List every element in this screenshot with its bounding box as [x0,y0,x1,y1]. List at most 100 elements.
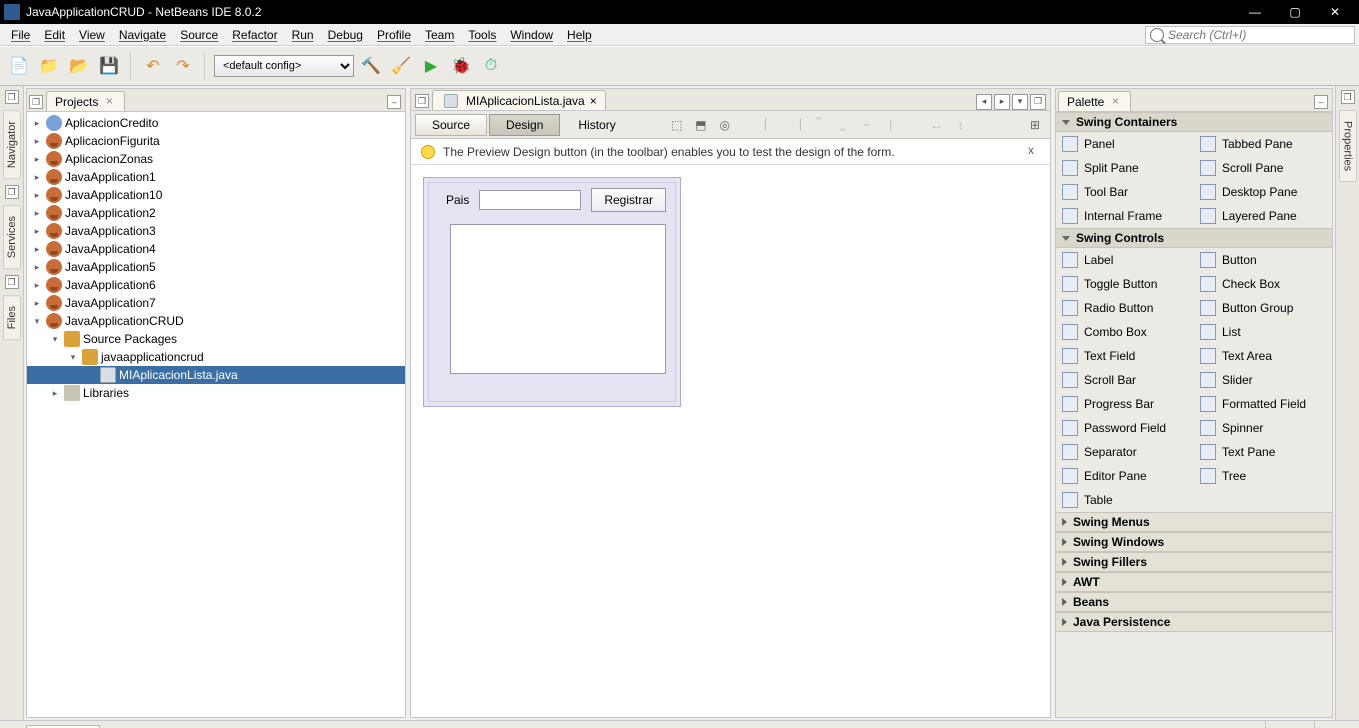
palette-item[interactable]: Text Area [1194,344,1332,368]
menu-debug[interactable]: Debug [321,26,370,44]
form-input-pais[interactable] [479,190,581,210]
palette-item[interactable]: Slider [1194,368,1332,392]
palette-item[interactable]: Desktop Pane [1194,180,1332,204]
restore-group-button[interactable]: ❐ [1341,90,1355,104]
palette-item[interactable]: Spinner [1194,416,1332,440]
preview-design-button[interactable]: ◎ [714,114,736,136]
align-top-button[interactable]: ⎴ [808,114,830,136]
maximize-editor-button[interactable]: ❐ [1030,94,1046,110]
build-button[interactable]: 🔨 [358,53,384,79]
align-right-button[interactable]: ⎹ [784,114,806,136]
redo-button[interactable]: ↷ [170,53,196,79]
palette-category-menus[interactable]: Swing Menus [1056,512,1332,532]
save-all-button[interactable]: 💾 [96,53,122,79]
editor-tab[interactable]: MIAplicacionLista.java × [432,90,606,110]
output-button[interactable]: ▤ Output [26,725,100,728]
toolbar-overflow-button[interactable]: ⊞ [1024,114,1046,136]
palette-item[interactable]: Split Pane [1056,156,1194,180]
palette-item[interactable]: Tool Bar [1056,180,1194,204]
restore-group-button[interactable]: ❐ [5,275,19,289]
dock-button[interactable]: ❐ [29,95,43,109]
sidebar-tab-services[interactable]: Services [3,205,21,269]
menu-edit[interactable]: Edit [37,26,72,44]
scroll-left-button[interactable]: ◂ [976,94,992,110]
close-icon[interactable]: × [1108,95,1122,109]
align-left-button[interactable]: ⎸ [760,114,782,136]
resize-h-button[interactable]: ↔ [926,114,948,136]
palette-item[interactable]: Toggle Button [1056,272,1194,296]
palette-item[interactable]: Progress Bar [1056,392,1194,416]
run-config-select[interactable]: <default config> [214,55,354,77]
palette-item[interactable]: Button [1194,248,1332,272]
palette-category-beans[interactable]: Beans [1056,592,1332,612]
palette-item[interactable]: Scroll Pane [1194,156,1332,180]
form-designer-canvas[interactable]: Pais Registrar [411,165,1050,717]
palette-item[interactable]: Formatted Field [1194,392,1332,416]
palette-category-fillers[interactable]: Swing Fillers [1056,552,1332,572]
sidebar-tab-properties[interactable]: Properties [1339,110,1357,182]
palette-item[interactable]: Check Box [1194,272,1332,296]
palette-category-awt[interactable]: AWT [1056,572,1332,592]
view-history-button[interactable]: History [562,114,631,136]
palette-item[interactable]: Internal Frame [1056,204,1194,228]
palette-item[interactable]: List [1194,320,1332,344]
palette-category-jpa[interactable]: Java Persistence [1056,612,1332,632]
palette-item[interactable]: Text Field [1056,344,1194,368]
palette-item[interactable]: Layered Pane [1194,204,1332,228]
new-project-button[interactable]: 📁 [36,53,62,79]
dock-button[interactable]: ❐ [415,94,429,108]
palette-item[interactable]: Tree [1194,464,1332,488]
palette-item[interactable]: Radio Button [1056,296,1194,320]
palette-item[interactable]: Label [1056,248,1194,272]
palette-item[interactable]: Editor Pane [1056,464,1194,488]
palette-item[interactable]: Separator [1056,440,1194,464]
form-frame[interactable]: Pais Registrar [423,177,681,407]
menu-refactor[interactable]: Refactor [225,26,284,44]
palette-category-controls[interactable]: Swing Controls [1056,228,1332,248]
palette-item[interactable]: Button Group [1194,296,1332,320]
menu-source[interactable]: Source [173,26,225,44]
palette-item[interactable]: Password Field [1056,416,1194,440]
menu-file[interactable]: File [4,26,37,44]
new-file-button[interactable]: 📄 [6,53,32,79]
maximize-button[interactable]: ▢ [1275,0,1315,24]
show-opened-button[interactable]: ▾ [1012,94,1028,110]
scroll-right-button[interactable]: ▸ [994,94,1010,110]
menu-view[interactable]: View [72,26,112,44]
profile-button[interactable]: ⏱ [478,53,504,79]
menu-help[interactable]: Help [560,26,599,44]
undo-button[interactable]: ↶ [140,53,166,79]
menu-team[interactable]: Team [418,26,461,44]
open-project-button[interactable]: 📂 [66,53,92,79]
palette-item[interactable]: Table [1056,488,1194,512]
minimize-panel-button[interactable]: – [1314,95,1328,109]
close-button[interactable]: ✕ [1315,0,1355,24]
minimize-panel-button[interactable]: – [387,95,401,109]
restore-group-button[interactable]: ❐ [5,90,19,104]
close-icon[interactable]: × [102,95,116,109]
menu-navigate[interactable]: Navigate [112,26,173,44]
align-bottom-button[interactable]: ⎵ [832,114,854,136]
form-button-registrar[interactable]: Registrar [591,188,666,212]
selection-mode-button[interactable]: ⬚ [666,114,688,136]
resize-v-button[interactable]: ↕ [950,114,972,136]
palette-item[interactable]: Combo Box [1056,320,1194,344]
tree-row-selected[interactable]: MIAplicacionLista.java [27,366,405,384]
close-hint-button[interactable]: x [1022,143,1040,161]
search-input[interactable] [1168,28,1350,42]
run-button[interactable]: ▶ [418,53,444,79]
restore-group-button[interactable]: ❐ [5,185,19,199]
debug-button[interactable]: 🐞 [448,53,474,79]
palette-category-containers[interactable]: Swing Containers [1056,112,1332,132]
sidebar-tab-navigator[interactable]: Navigator [3,110,21,179]
close-icon[interactable]: × [590,94,597,108]
center-v-button[interactable]: | [880,114,902,136]
center-h-button[interactable]: ⎯ [856,114,878,136]
palette-item[interactable]: Scroll Bar [1056,368,1194,392]
sidebar-tab-files[interactable]: Files [3,295,21,340]
tab-projects[interactable]: Projects × [46,91,125,111]
palette-item[interactable]: Tabbed Pane [1194,132,1332,156]
menu-profile[interactable]: Profile [370,26,418,44]
form-list[interactable] [450,224,666,374]
connection-mode-button[interactable]: ⬒ [690,114,712,136]
